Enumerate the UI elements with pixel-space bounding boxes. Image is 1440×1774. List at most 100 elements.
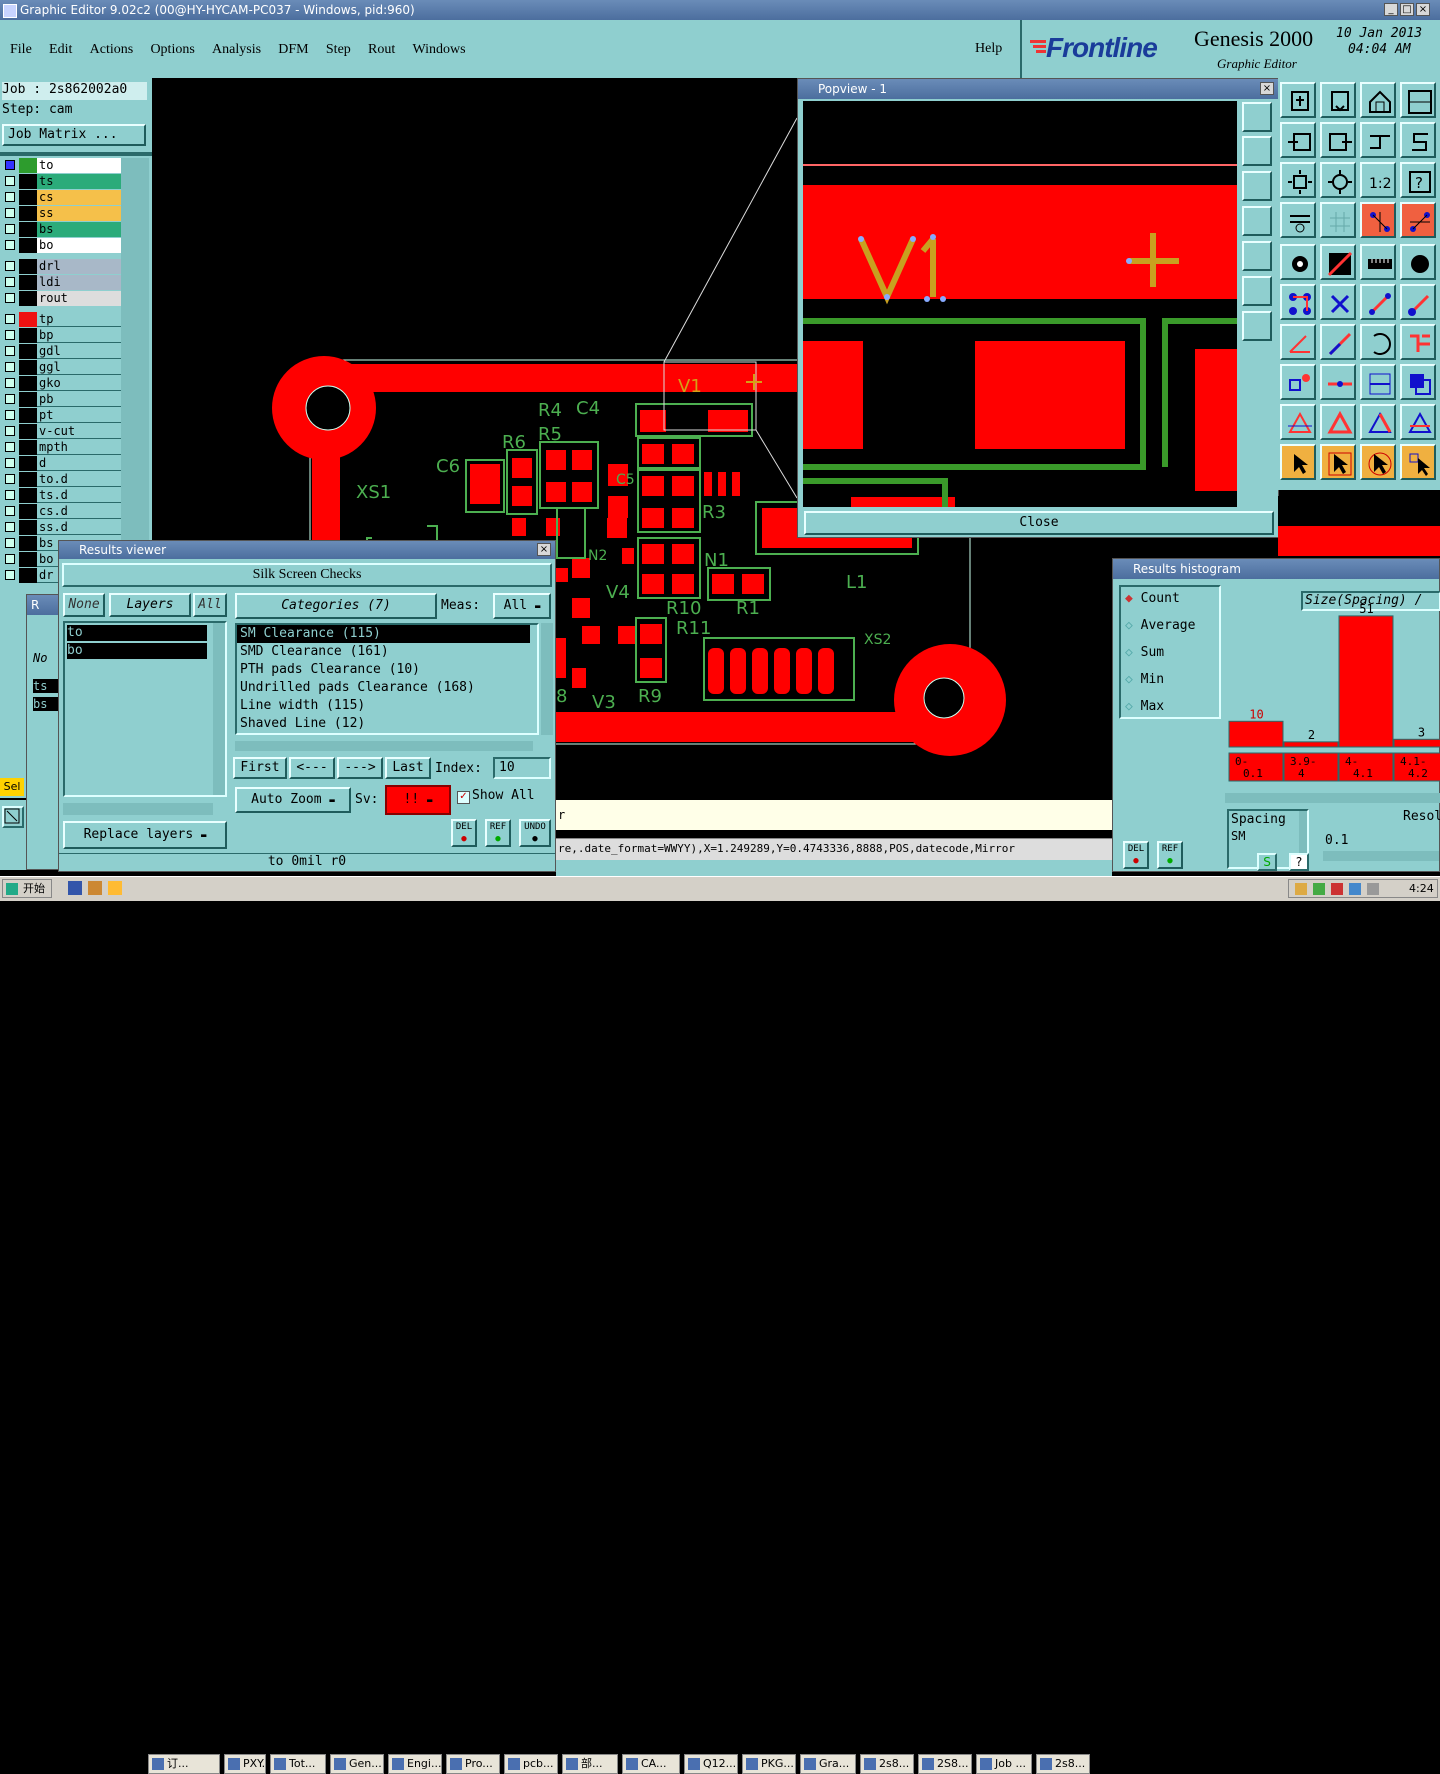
tool-triangle2-icon[interactable] <box>1320 404 1356 440</box>
layer-name[interactable]: cs <box>37 190 121 205</box>
popview-canvas[interactable] <box>803 101 1237 507</box>
hist-ref-button[interactable]: REF ● <box>1157 841 1183 869</box>
popview-zoom-out-icon[interactable] <box>1242 136 1272 166</box>
layer-name[interactable]: bs <box>37 222 121 237</box>
histogram-hscrollbar[interactable] <box>1225 793 1440 803</box>
category-item[interactable]: SMD Clearance (161) <box>237 643 537 661</box>
layer-row[interactable]: ts <box>3 174 121 189</box>
layer-checkbox[interactable] <box>5 208 15 218</box>
layer-name[interactable]: ldi <box>37 275 121 290</box>
del-button[interactable]: DEL ● <box>451 819 477 847</box>
tool-help-icon[interactable]: ? <box>1400 162 1436 198</box>
menu-edit[interactable]: Edit <box>49 42 72 58</box>
layer-name[interactable]: ts.d <box>37 488 121 503</box>
layer-name[interactable]: d <box>37 456 121 471</box>
popview-home-icon[interactable] <box>1242 206 1272 236</box>
show-all-checkbox[interactable]: ✓ <box>457 791 470 804</box>
tool-pointer3-icon[interactable] <box>1360 444 1396 480</box>
severity-dropdown[interactable]: !! ▬ <box>385 785 451 815</box>
tool-net-icon[interactable] <box>1360 202 1396 238</box>
layer-row[interactable]: ldi <box>3 275 121 290</box>
taskbar-button[interactable]: Gra... <box>800 1754 856 1774</box>
layer-name[interactable]: to <box>37 158 121 173</box>
select-tool-button[interactable] <box>2 806 24 828</box>
category-item[interactable]: PTH pads Clearance (10) <box>237 661 537 679</box>
category-hscrollbar[interactable] <box>235 741 533 751</box>
command-line[interactable]: re,.date_format=WWYY),X=1.249289,Y=0.474… <box>556 838 1112 860</box>
tool-add-pad-icon[interactable] <box>1280 284 1316 320</box>
layer-checkbox[interactable] <box>5 362 15 372</box>
layer-name[interactable]: gko <box>37 376 121 391</box>
layer-checkbox[interactable] <box>5 240 15 250</box>
popview-fit-icon[interactable] <box>1242 241 1272 271</box>
tool-measure-icon[interactable] <box>1360 364 1396 400</box>
layer-name[interactable]: mpth <box>37 440 121 455</box>
histogram-bar[interactable] <box>1338 615 1394 748</box>
tool-s-curve-icon[interactable] <box>1400 122 1436 158</box>
job-matrix-button[interactable]: Job Matrix ... <box>2 124 146 146</box>
layer-checkbox[interactable] <box>5 224 15 234</box>
taskbar-button[interactable]: Job ... <box>976 1754 1032 1774</box>
layer-checkbox[interactable] <box>5 570 15 580</box>
tool-circle-icon[interactable] <box>1400 244 1436 280</box>
layer-row[interactable]: pb <box>3 392 121 407</box>
taskbar-button[interactable]: Pro... <box>446 1754 500 1774</box>
layer-checkbox[interactable] <box>5 474 15 484</box>
option-sum[interactable]: ◇ Sum <box>1125 645 1164 660</box>
layer-name[interactable]: pt <box>37 408 121 423</box>
layer-row[interactable]: v-cut <box>3 424 121 439</box>
histogram-bar[interactable] <box>1393 738 1440 748</box>
tool-center-icon[interactable] <box>1320 162 1356 198</box>
category-item[interactable]: Shaved Line (12) <box>237 715 537 733</box>
menu-analysis[interactable]: Analysis <box>212 42 261 58</box>
index-input[interactable]: 10 <box>493 757 551 779</box>
layer-list-item[interactable]: to <box>67 625 207 641</box>
tool-zoom-home-icon[interactable] <box>1280 82 1316 118</box>
layer-checkbox[interactable] <box>5 293 15 303</box>
layer-checkbox[interactable] <box>5 410 15 420</box>
layer-checkbox[interactable] <box>5 261 15 271</box>
taskbar-button[interactable]: Q12... <box>684 1754 738 1774</box>
s-icon[interactable]: S <box>1257 853 1277 871</box>
tool-line-icon[interactable] <box>1360 284 1396 320</box>
tool-surface-icon[interactable] <box>1320 244 1356 280</box>
all-layers-button[interactable]: All <box>193 593 227 617</box>
layer-name[interactable]: cs.d <box>37 504 121 519</box>
last-button[interactable]: Last <box>385 757 431 779</box>
layer-checkbox[interactable] <box>5 314 15 324</box>
taskbar-button[interactable]: 2S8... <box>918 1754 972 1774</box>
tool-snap-icon[interactable] <box>1280 202 1316 238</box>
tool-cross-icon[interactable] <box>1320 284 1356 320</box>
tool-triangle4-icon[interactable] <box>1400 404 1436 440</box>
layer-row[interactable]: gdl <box>3 344 121 359</box>
layer-checkbox[interactable] <box>5 330 15 340</box>
popview-zoom-in-icon[interactable] <box>1242 102 1272 132</box>
taskbar-button[interactable]: 订... <box>148 1754 220 1774</box>
tool-home-icon[interactable] <box>1360 82 1396 118</box>
tool-swap-icon[interactable] <box>1360 122 1396 158</box>
layer-checkbox[interactable] <box>5 522 15 532</box>
undo-button[interactable]: UNDO ● <box>519 819 551 847</box>
results-viewer-close-icon[interactable]: × <box>537 543 551 556</box>
layer-row[interactable]: to.d <box>3 472 121 487</box>
tool-angle-icon[interactable] <box>1280 324 1316 360</box>
layer-checkbox[interactable] <box>5 192 15 202</box>
hist-del-button[interactable]: DEL ● <box>1123 841 1149 869</box>
category-scrollbar[interactable] <box>541 623 553 735</box>
tool-slash-icon[interactable] <box>1320 324 1356 360</box>
tray-icon[interactable] <box>1331 883 1343 895</box>
tool-pointer4-icon[interactable] <box>1400 444 1436 480</box>
layer-row[interactable]: to <box>3 158 121 173</box>
layer-name[interactable]: ss <box>37 206 121 221</box>
layer-list-scrollbar[interactable] <box>213 623 225 795</box>
taskbar-button[interactable]: pcb... <box>504 1754 558 1774</box>
popview-center-icon[interactable] <box>1242 276 1272 306</box>
histogram-bar[interactable] <box>1228 720 1284 748</box>
layer-checkbox[interactable] <box>5 490 15 500</box>
option-min[interactable]: ◇ Min <box>1125 672 1164 687</box>
layers-button[interactable]: Layers <box>109 593 191 617</box>
tray-icon[interactable] <box>1313 883 1325 895</box>
layer-row[interactable]: bo <box>3 238 121 253</box>
tool-grid-icon[interactable] <box>1320 202 1356 238</box>
layer-name[interactable]: bp <box>37 328 121 343</box>
